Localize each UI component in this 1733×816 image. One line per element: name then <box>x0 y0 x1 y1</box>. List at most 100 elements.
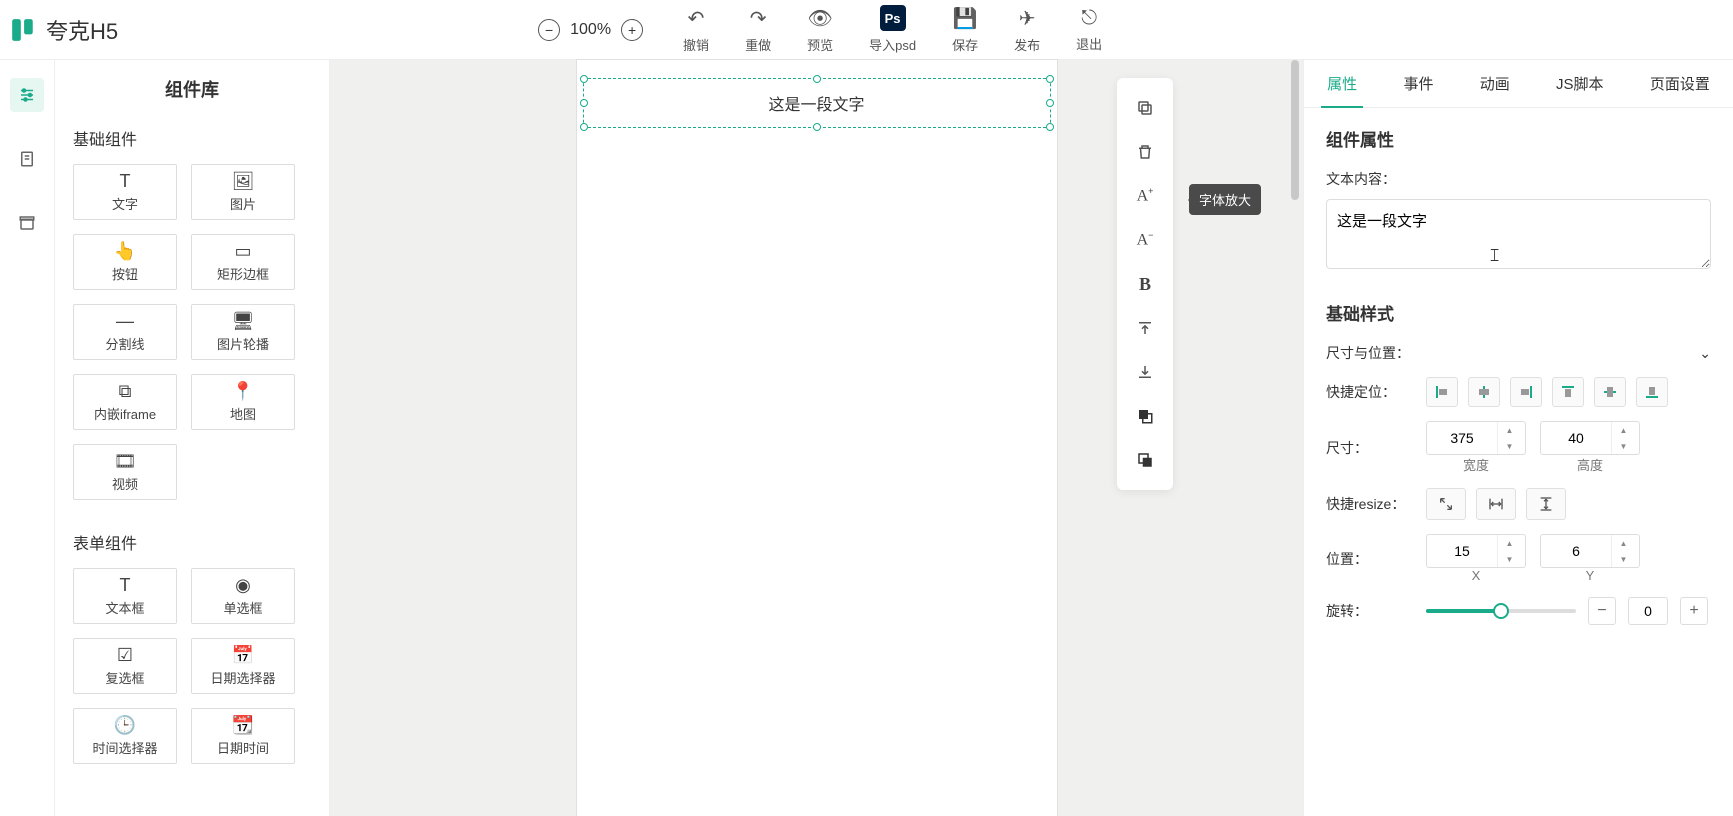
size-pos-section-toggle[interactable]: 尺寸与位置： ⌄ <box>1326 343 1711 363</box>
form-component-1[interactable]: ◉单选框 <box>191 568 295 624</box>
resize-handle[interactable] <box>580 75 588 83</box>
expand-icon <box>1438 496 1454 512</box>
x-input-wrap: ▲▼ <box>1426 534 1526 568</box>
tab-js[interactable]: JS脚本 <box>1550 73 1610 94</box>
basic-component-5[interactable]: 🖥图片轮播 <box>191 304 295 360</box>
basic-component-3[interactable]: ▭矩形边框 <box>191 234 295 290</box>
basic-component-1[interactable]: 🖼图片 <box>191 164 295 220</box>
align-hcenter-button[interactable] <box>1468 377 1500 407</box>
align-vcenter-button[interactable] <box>1594 377 1626 407</box>
tab-animation[interactable]: 动画 <box>1474 73 1516 94</box>
exit-button[interactable]: ⎋ 退出 <box>1076 7 1102 53</box>
rotate-minus-button[interactable]: − <box>1588 597 1616 625</box>
canvas[interactable]: 这是一段文字 <box>577 60 1057 816</box>
component-icon: 🎞 <box>114 451 137 472</box>
rotate-slider[interactable] <box>1426 609 1576 613</box>
y-input[interactable] <box>1541 543 1611 559</box>
resize-handle[interactable] <box>1046 123 1054 131</box>
position-row: 位置： ▲▼ X ▲▼ Y <box>1326 534 1711 583</box>
bring-front-button[interactable] <box>1117 394 1173 438</box>
canvas-scrollbar[interactable] <box>1291 60 1301 816</box>
resize-v-icon <box>1538 496 1554 512</box>
resize-handle[interactable] <box>1046 75 1054 83</box>
resize-v-button[interactable] <box>1526 488 1566 520</box>
component-icon: 👆 <box>114 241 136 262</box>
preview-button[interactable]: 👁 预览 <box>807 6 833 54</box>
zoom-in-button[interactable]: + <box>621 19 643 41</box>
bold-button[interactable]: B <box>1117 262 1173 306</box>
align-right-button[interactable] <box>1510 377 1542 407</box>
form-component-5[interactable]: 📆日期时间 <box>191 708 295 764</box>
form-component-0[interactable]: T文本框 <box>73 568 177 624</box>
canvas-area: 这是一段文字 A+ A− B 字体放大 <box>330 60 1303 816</box>
scrollbar-thumb[interactable] <box>1291 60 1299 200</box>
font-increase-button[interactable]: A+ <box>1117 174 1173 218</box>
x-down[interactable]: ▼ <box>1498 551 1521 567</box>
logo-icon <box>10 17 36 43</box>
component-label: 时间选择器 <box>92 738 157 757</box>
font-decrease-button[interactable]: A− <box>1117 218 1173 262</box>
rail-pages[interactable] <box>10 142 44 176</box>
quick-align-label: 快捷定位： <box>1326 382 1426 402</box>
form-component-4[interactable]: 🕒时间选择器 <box>73 708 177 764</box>
zoom-out-button[interactable]: − <box>538 19 560 41</box>
rail-templates[interactable] <box>10 206 44 240</box>
basic-component-0[interactable]: T文字 <box>73 164 177 220</box>
component-label: 单选框 <box>223 598 262 617</box>
redo-button[interactable]: ↷ 重做 <box>745 6 771 54</box>
selected-text-element[interactable]: 这是一段文字 <box>583 78 1051 128</box>
rail-components[interactable] <box>10 78 44 112</box>
width-up[interactable]: ▲ <box>1498 422 1521 438</box>
send-back-button[interactable] <box>1117 438 1173 482</box>
height-down[interactable]: ▼ <box>1612 438 1635 454</box>
form-component-2[interactable]: ☑复选框 <box>73 638 177 694</box>
resize-both-button[interactable] <box>1426 488 1466 520</box>
resize-handle[interactable] <box>580 99 588 107</box>
resize-h-button[interactable] <box>1476 488 1516 520</box>
y-down[interactable]: ▼ <box>1612 551 1635 567</box>
form-component-3[interactable]: 📅日期选择器 <box>191 638 295 694</box>
undo-button[interactable]: ↶ 撤销 <box>683 6 709 54</box>
tab-page-settings[interactable]: 页面设置 <box>1644 73 1716 94</box>
exit-icon: ⎋ <box>1081 7 1097 30</box>
align-hcenter-icon <box>1477 385 1491 399</box>
basic-component-4[interactable]: —分割线 <box>73 304 177 360</box>
align-bottom-button[interactable] <box>1636 377 1668 407</box>
basic-component-7[interactable]: 📍地图 <box>191 374 295 430</box>
publish-button[interactable]: ✈ 发布 <box>1014 6 1040 54</box>
resize-handle[interactable] <box>580 123 588 131</box>
rotate-plus-button[interactable]: + <box>1680 597 1708 625</box>
width-down[interactable]: ▼ <box>1498 438 1521 454</box>
align-top-button[interactable] <box>1552 377 1584 407</box>
delete-button[interactable] <box>1117 130 1173 174</box>
copy-button[interactable] <box>1117 86 1173 130</box>
left-rail <box>0 60 55 816</box>
slider-knob[interactable] <box>1493 603 1509 619</box>
import-psd-button[interactable]: Ps 导入psd <box>869 5 916 54</box>
width-input[interactable] <box>1427 430 1497 446</box>
align-bottom-button[interactable] <box>1117 350 1173 394</box>
basic-component-2[interactable]: 👆按钮 <box>73 234 177 290</box>
text-content-input[interactable] <box>1326 199 1711 269</box>
height-up[interactable]: ▲ <box>1612 422 1635 438</box>
resize-handle[interactable] <box>813 75 821 83</box>
align-left-button[interactable] <box>1426 377 1458 407</box>
x-input[interactable] <box>1427 543 1497 559</box>
resize-handle[interactable] <box>1046 99 1054 107</box>
basic-component-8[interactable]: 🎞视频 <box>73 444 177 500</box>
tab-properties[interactable]: 属性 <box>1321 73 1363 108</box>
rotate-value-input[interactable] <box>1628 597 1668 625</box>
save-button[interactable]: 💾 保存 <box>952 6 978 54</box>
size-pos-label: 尺寸与位置： <box>1326 343 1410 363</box>
basic-component-6[interactable]: ⧉内嵌iframe <box>73 374 177 430</box>
y-up[interactable]: ▲ <box>1612 535 1635 551</box>
tab-events[interactable]: 事件 <box>1397 73 1439 94</box>
height-input[interactable] <box>1541 430 1611 446</box>
x-up[interactable]: ▲ <box>1498 535 1521 551</box>
component-icon: 📆 <box>232 715 254 736</box>
psd-icon: Ps <box>880 5 906 31</box>
component-label: 图片 <box>230 194 256 213</box>
resize-handle[interactable] <box>813 123 821 131</box>
align-left-icon <box>1435 385 1449 399</box>
align-top-button[interactable] <box>1117 306 1173 350</box>
